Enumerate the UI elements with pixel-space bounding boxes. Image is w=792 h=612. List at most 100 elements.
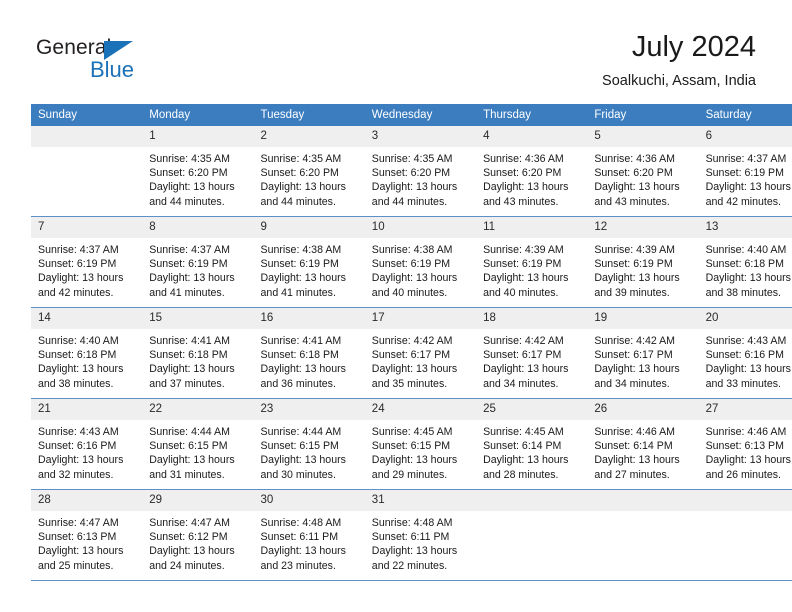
day-details: Sunrise: 4:47 AM Sunset: 6:12 PM Daylight:… — [142, 511, 253, 573]
sunrise-text: Sunrise: 4:39 AM — [483, 244, 564, 256]
calendar-day-cell[interactable]: 7 Sunrise: 4:37 AM Sunset: 6:19 PM Daylight… — [31, 216, 143, 308]
day-number: 20 — [698, 308, 792, 329]
calendar-day-cell[interactable]: 28 Sunrise: 4:47 AM Sunset: 6:13 PM Dayligh… — [31, 489, 143, 581]
calendar-day-cell[interactable]: 3 Sunrise: 4:35 AM Sunset: 6:20 PM Daylight… — [364, 126, 477, 217]
sunrise-text: Sunrise: 4:35 AM — [371, 153, 453, 165]
day-details: Sunrise: 4:44 AM Sunset: 6:15 PM Daylight:… — [142, 420, 253, 482]
daylight-text-line2: and 40 minutes. — [483, 286, 559, 299]
calendar-day-cell[interactable]: 24 Sunrise: 4:45 AM Sunset: 6:15 PM Dayligh… — [364, 398, 477, 490]
sunrise-text: Sunrise: 4:35 AM — [260, 153, 342, 165]
sunrise-text: Sunrise: 4:47 AM — [38, 517, 119, 529]
day-details: Sunrise: 4:35 AM Sunset: 6:20 PM Daylight:… — [365, 147, 476, 209]
daylight-text-line2: and 34 minutes. — [483, 377, 559, 390]
calendar-day-cell[interactable]: 15 Sunrise: 4:41 AM Sunset: 6:18 PM Dayligh… — [142, 307, 254, 399]
day-details: Sunrise: 4:45 AM Sunset: 6:15 PM Daylight:… — [365, 420, 476, 482]
day-details: Sunrise: 4:46 AM Sunset: 6:13 PM Daylight:… — [699, 420, 792, 482]
sunset-text: Sunset: 6:19 PM — [260, 258, 339, 271]
sunset-text: Sunset: 6:13 PM — [38, 531, 117, 544]
calendar-day-cell-empty — [476, 489, 588, 581]
sunrise-text: Sunrise: 4:48 AM — [260, 517, 342, 529]
calendar-week-row: 14 Sunrise: 4:40 AM Sunset: 6:18 PM Dayligh… — [31, 307, 792, 399]
sunrise-text: Sunrise: 4:37 AM — [705, 153, 787, 165]
calendar-day-cell[interactable]: 30 Sunrise: 4:48 AM Sunset: 6:11 PM Dayligh… — [253, 489, 365, 581]
sunrise-text: Sunrise: 4:37 AM — [38, 244, 119, 256]
weekday-header-saturday: Saturday — [698, 104, 792, 126]
sunset-text: Sunset: 6:18 PM — [260, 349, 339, 362]
sunset-text: Sunset: 6:19 PM — [483, 258, 562, 271]
calendar-day-cell[interactable]: 1 Sunrise: 4:35 AM Sunset: 6:20 PM Daylight… — [142, 126, 254, 217]
sunset-text: Sunset: 6:19 PM — [594, 258, 673, 271]
sunrise-text: Sunrise: 4:45 AM — [483, 426, 564, 438]
calendar-day-cell[interactable]: 21 Sunrise: 4:43 AM Sunset: 6:16 PM Dayligh… — [31, 398, 143, 490]
sunrise-text: Sunrise: 4:42 AM — [483, 335, 564, 347]
title-block: July 2024 Soalkuchi, Assam, India — [602, 30, 756, 91]
daylight-text-line2: and 31 minutes. — [149, 468, 225, 481]
calendar-day-cell[interactable]: 16 Sunrise: 4:41 AM Sunset: 6:18 PM Dayligh… — [253, 307, 365, 399]
daylight-text-line1: Daylight: 13 hours — [371, 454, 458, 467]
sunset-text: Sunset: 6:20 PM — [483, 167, 562, 180]
calendar-day-cell[interactable]: 25 Sunrise: 4:45 AM Sunset: 6:14 PM Dayligh… — [476, 398, 588, 490]
day-details: Sunrise: 4:37 AM Sunset: 6:19 PM Daylight:… — [699, 147, 792, 209]
calendar-day-cell[interactable]: 5 Sunrise: 4:36 AM Sunset: 6:20 PM Daylight… — [587, 126, 699, 217]
calendar-day-cell[interactable]: 31 Sunrise: 4:48 AM Sunset: 6:11 PM Dayligh… — [364, 489, 477, 581]
sunrise-text: Sunrise: 4:38 AM — [371, 244, 453, 256]
day-number: 1 — [142, 126, 254, 147]
calendar-day-cell[interactable]: 2 Sunrise: 4:35 AM Sunset: 6:20 PM Daylight… — [253, 126, 365, 217]
day-number: 16 — [253, 308, 365, 329]
calendar-week-row: 21 Sunrise: 4:43 AM Sunset: 6:16 PM Dayligh… — [31, 398, 792, 490]
daylight-text-line1: Daylight: 13 hours — [371, 181, 458, 194]
daylight-text-line1: Daylight: 13 hours — [260, 272, 346, 285]
calendar-day-cell[interactable]: 29 Sunrise: 4:47 AM Sunset: 6:12 PM Dayligh… — [142, 489, 254, 581]
daylight-text-line2: and 44 minutes. — [260, 195, 336, 208]
daylight-text-line2: and 22 minutes. — [371, 559, 448, 572]
calendar-day-cell[interactable]: 6 Sunrise: 4:37 AM Sunset: 6:19 PM Daylight… — [698, 126, 792, 217]
calendar-week-row: 1 Sunrise: 4:35 AM Sunset: 6:20 PM Daylight… — [31, 126, 792, 217]
calendar-day-cell[interactable]: 8 Sunrise: 4:37 AM Sunset: 6:19 PM Daylight… — [142, 216, 254, 308]
day-number: 21 — [31, 399, 143, 420]
day-number: 15 — [142, 308, 254, 329]
calendar-day-cell[interactable]: 9 Sunrise: 4:38 AM Sunset: 6:19 PM Daylight… — [253, 216, 365, 308]
day-number: 31 — [364, 490, 477, 511]
calendar-day-cell[interactable]: 12 Sunrise: 4:39 AM Sunset: 6:19 PM Dayligh… — [587, 216, 699, 308]
calendar-day-cell[interactable]: 17 Sunrise: 4:42 AM Sunset: 6:17 PM Dayligh… — [364, 307, 477, 399]
calendar-day-cell[interactable]: 10 Sunrise: 4:38 AM Sunset: 6:19 PM Dayligh… — [364, 216, 477, 308]
calendar-day-cell[interactable]: 23 Sunrise: 4:44 AM Sunset: 6:15 PM Dayligh… — [253, 398, 365, 490]
day-number: 27 — [698, 399, 792, 420]
day-number: 30 — [253, 490, 365, 511]
sunset-text: Sunset: 6:19 PM — [38, 258, 117, 271]
calendar-day-cell[interactable]: 20 Sunrise: 4:43 AM Sunset: 6:16 PM Dayligh… — [698, 307, 792, 399]
day-number: 5 — [587, 126, 699, 147]
daylight-text-line2: and 29 minutes. — [371, 468, 448, 481]
daylight-text-line1: Daylight: 13 hours — [149, 545, 235, 558]
calendar-day-cell[interactable]: 4 Sunrise: 4:36 AM Sunset: 6:20 PM Daylight… — [476, 126, 588, 217]
sunrise-text: Sunrise: 4:45 AM — [371, 426, 453, 438]
day-details: Sunrise: 4:35 AM Sunset: 6:20 PM Daylight:… — [142, 147, 253, 209]
calendar-day-cell[interactable]: 27 Sunrise: 4:46 AM Sunset: 6:13 PM Dayligh… — [698, 398, 792, 490]
calendar-day-cell[interactable]: 14 Sunrise: 4:40 AM Sunset: 6:18 PM Dayligh… — [31, 307, 143, 399]
brand-logo[interactable]: General Blue — [36, 36, 236, 88]
calendar-day-cell[interactable]: 11 Sunrise: 4:39 AM Sunset: 6:19 PM Dayligh… — [476, 216, 588, 308]
day-details: Sunrise: 4:41 AM Sunset: 6:18 PM Daylight:… — [254, 329, 365, 391]
daylight-text-line2: and 37 minutes. — [149, 377, 225, 390]
calendar-day-cell[interactable]: 19 Sunrise: 4:42 AM Sunset: 6:17 PM Dayligh… — [587, 307, 699, 399]
calendar-day-cell[interactable]: 26 Sunrise: 4:46 AM Sunset: 6:14 PM Dayligh… — [587, 398, 699, 490]
day-number: 12 — [587, 217, 699, 238]
sunrise-text: Sunrise: 4:35 AM — [149, 153, 230, 165]
daylight-text-line1: Daylight: 13 hours — [705, 363, 791, 376]
calendar-day-cell[interactable]: 18 Sunrise: 4:42 AM Sunset: 6:17 PM Dayligh… — [476, 307, 588, 399]
calendar-day-cell[interactable]: 13 Sunrise: 4:40 AM Sunset: 6:18 PM Dayligh… — [698, 216, 792, 308]
daylight-text-line2: and 23 minutes. — [260, 559, 336, 572]
daylight-text-line1: Daylight: 13 hours — [483, 363, 569, 376]
sunrise-text: Sunrise: 4:36 AM — [483, 153, 564, 165]
day-number: 17 — [364, 308, 477, 329]
calendar-day-cell[interactable]: 22 Sunrise: 4:44 AM Sunset: 6:15 PM Dayligh… — [142, 398, 254, 490]
sunset-text: Sunset: 6:13 PM — [705, 440, 784, 453]
sunrise-text: Sunrise: 4:39 AM — [594, 244, 676, 256]
daylight-text-line2: and 30 minutes. — [260, 468, 336, 481]
page-header: General Blue July 2024 Soalkuchi, Assam,… — [0, 0, 792, 104]
daylight-text-line1: Daylight: 13 hours — [371, 545, 458, 558]
daylight-text-line1: Daylight: 13 hours — [594, 181, 680, 194]
daylight-text-line1: Daylight: 13 hours — [260, 181, 346, 194]
day-number: 13 — [698, 217, 792, 238]
weekday-header-monday: Monday — [142, 104, 254, 126]
